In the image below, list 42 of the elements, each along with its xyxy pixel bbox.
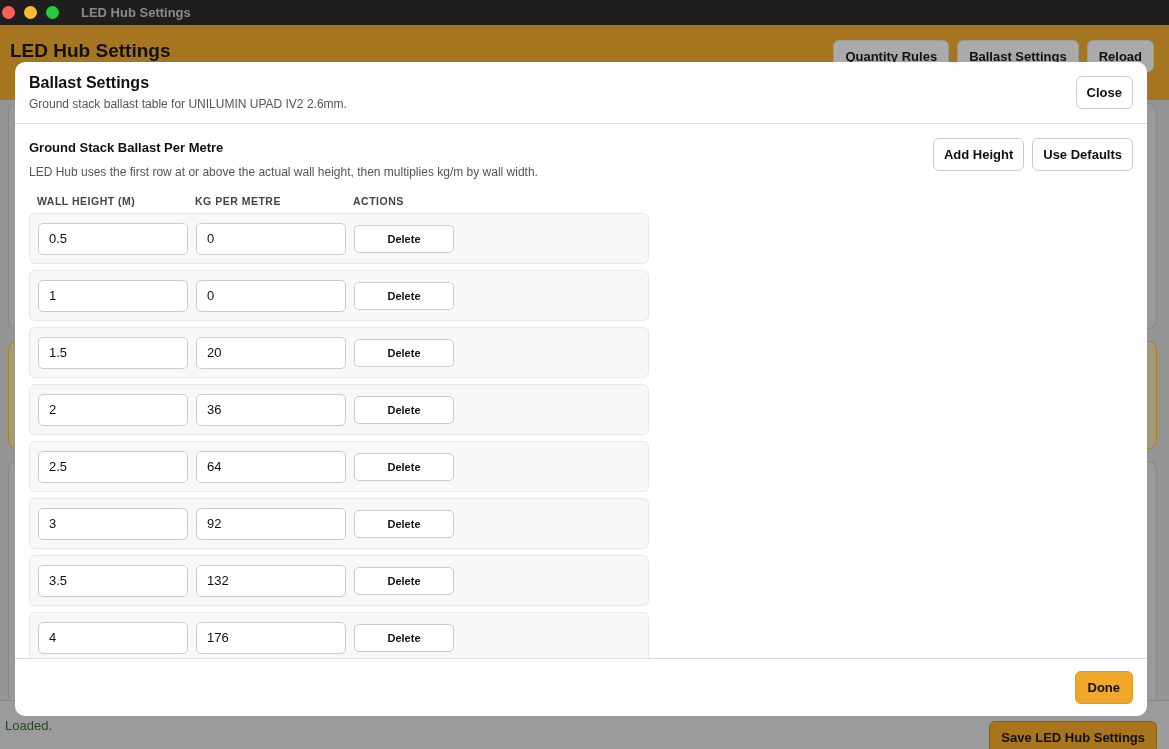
column-header: ACTIONS bbox=[353, 195, 405, 207]
close-button[interactable]: Close bbox=[1075, 76, 1133, 109]
delete-button[interactable]: Delete bbox=[354, 623, 454, 652]
height-input[interactable]: 1.5 bbox=[38, 336, 188, 369]
height-input[interactable]: 2.5 bbox=[38, 450, 188, 483]
delete-button[interactable]: Delete bbox=[354, 224, 454, 253]
height-input[interactable]: 3 bbox=[38, 507, 188, 540]
kg-input[interactable]: 132 bbox=[196, 564, 346, 597]
column-header: KG PER METRE bbox=[195, 195, 282, 207]
kg-input[interactable]: 36 bbox=[196, 393, 346, 426]
window-zoom-button[interactable] bbox=[46, 6, 59, 19]
kg-input[interactable]: 92 bbox=[196, 507, 346, 540]
delete-button[interactable]: Delete bbox=[354, 566, 454, 595]
delete-button[interactable]: Delete bbox=[354, 395, 454, 424]
window-title: LED Hub Settings bbox=[81, 5, 191, 20]
kg-input[interactable]: 176 bbox=[196, 621, 346, 654]
height-input[interactable]: 1 bbox=[38, 279, 188, 312]
delete-button[interactable]: Delete bbox=[354, 452, 454, 481]
delete-button[interactable]: Delete bbox=[354, 509, 454, 538]
kg-input[interactable]: 0 bbox=[196, 279, 346, 312]
done-button[interactable]: Done bbox=[1074, 671, 1133, 704]
column-header: WALL HEIGHT (M) bbox=[37, 195, 137, 207]
section-description: LED Hub uses the first row at or above the actual wall height, then multiplies kg/m by wall width. bbox=[29, 165, 538, 179]
window-minimize-button[interactable] bbox=[24, 6, 37, 19]
page-title: LED Hub Settings bbox=[10, 40, 171, 61]
kg-input[interactable]: 64 bbox=[196, 450, 346, 483]
kg-input[interactable]: 20 bbox=[196, 336, 346, 369]
status-message: Loaded. bbox=[5, 717, 52, 733]
dialog-title: Ballast Settings bbox=[29, 74, 151, 92]
window-close-button[interactable] bbox=[2, 6, 15, 19]
dialog-subtitle: Ground stack ballast table for UNILUMIN UPAD IV2 2.6mm. bbox=[29, 97, 347, 111]
delete-button[interactable]: Delete bbox=[354, 281, 454, 310]
kg-input[interactable]: 0 bbox=[196, 222, 346, 255]
section-title: Ground Stack Ballast Per Metre bbox=[29, 140, 225, 155]
delete-button[interactable]: Delete bbox=[354, 338, 454, 367]
save-button[interactable]: Save LED Hub Settings bbox=[989, 720, 1157, 749]
height-input[interactable]: 2 bbox=[38, 393, 188, 426]
height-input[interactable]: 3.5 bbox=[38, 564, 188, 597]
height-input[interactable]: 4 bbox=[38, 621, 188, 654]
action-button[interactable]: Use Defaults bbox=[1032, 138, 1133, 171]
action-button[interactable]: Add Height bbox=[932, 138, 1025, 171]
height-input[interactable]: 0.5 bbox=[38, 222, 188, 255]
